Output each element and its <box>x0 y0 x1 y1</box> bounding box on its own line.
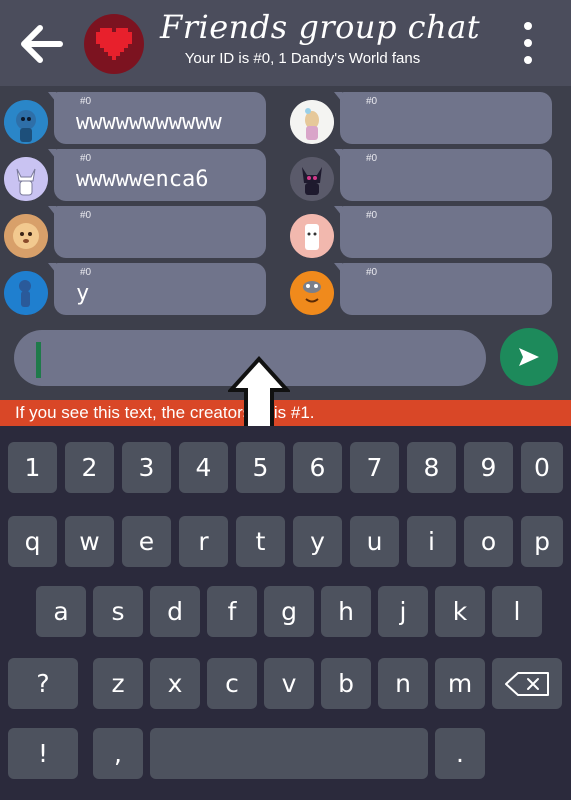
message-item: #0 <box>286 263 566 319</box>
sender-id: #0 <box>366 210 378 221</box>
key-l[interactable]: l <box>492 586 542 637</box>
key-g[interactable]: g <box>264 586 314 637</box>
key-9[interactable]: 9 <box>464 442 513 493</box>
key-x[interactable]: x <box>150 658 200 709</box>
key-t[interactable]: t <box>236 516 285 567</box>
message-bubble[interactable]: #0 wwwwwwwwwww <box>48 92 266 144</box>
message-text: wwwwwenca6 <box>76 167 209 192</box>
message-bubble[interactable]: #0 y <box>48 263 266 315</box>
key-m[interactable]: m <box>435 658 485 709</box>
key-7[interactable]: 7 <box>350 442 399 493</box>
key-r[interactable]: r <box>179 516 228 567</box>
user-avatar[interactable] <box>290 214 334 258</box>
more-options-icon[interactable] <box>518 22 538 64</box>
send-button[interactable] <box>500 328 558 386</box>
key-period[interactable]: . <box>435 728 485 779</box>
message-bubble[interactable]: #0 <box>334 206 552 258</box>
key-8[interactable]: 8 <box>407 442 456 493</box>
message-bubble[interactable]: #0 <box>334 92 552 144</box>
key-n[interactable]: n <box>378 658 428 709</box>
backspace-key[interactable] <box>492 658 562 709</box>
sender-id: #0 <box>80 210 92 221</box>
message-text: y <box>76 281 90 306</box>
key-2[interactable]: 2 <box>65 442 114 493</box>
chat-header: Friends group chat Your ID is #0, 1 Dand… <box>0 0 571 86</box>
back-arrow-icon[interactable] <box>20 24 64 64</box>
key-h[interactable]: h <box>321 586 371 637</box>
sender-id: #0 <box>366 267 378 278</box>
message-bubble[interactable]: #0 <box>334 263 552 315</box>
key-q[interactable]: q <box>8 516 57 567</box>
on-screen-keyboard: 1 2 3 4 5 6 7 8 9 0 q w e r t y u i o p … <box>0 426 571 800</box>
message-text: wwwwwwwwwww <box>76 110 222 135</box>
sender-id: #0 <box>80 267 92 278</box>
text-caret <box>36 342 41 378</box>
group-avatar <box>84 14 144 74</box>
key-z[interactable]: z <box>93 658 143 709</box>
user-avatar[interactable] <box>4 157 48 201</box>
key-v[interactable]: v <box>264 658 314 709</box>
pixel-heart-icon <box>96 28 132 60</box>
space-key[interactable] <box>150 728 428 779</box>
backspace-icon <box>505 671 549 696</box>
user-avatar[interactable] <box>290 100 334 144</box>
key-c[interactable]: c <box>207 658 257 709</box>
key-3[interactable]: 3 <box>122 442 171 493</box>
message-list: #0 wwwwwwwwwww #0 #0 wwwwwenca6 #0 #0 #0… <box>0 86 571 322</box>
key-exclamation[interactable]: ! <box>8 728 78 779</box>
key-d[interactable]: d <box>150 586 200 637</box>
key-y[interactable]: y <box>293 516 342 567</box>
sender-id: #0 <box>366 96 378 107</box>
key-5[interactable]: 5 <box>236 442 285 493</box>
key-a[interactable]: a <box>36 586 86 637</box>
key-o[interactable]: o <box>464 516 513 567</box>
message-item: #0 <box>286 149 566 205</box>
chat-title: Friends group chat <box>160 8 481 46</box>
key-w[interactable]: w <box>65 516 114 567</box>
sender-id: #0 <box>80 153 92 164</box>
sender-id: #0 <box>80 96 92 107</box>
sender-id: #0 <box>366 153 378 164</box>
user-avatar[interactable] <box>290 157 334 201</box>
message-item: #0 <box>286 206 566 262</box>
message-item: #0 <box>0 206 280 262</box>
key-u[interactable]: u <box>350 516 399 567</box>
key-1[interactable]: 1 <box>8 442 57 493</box>
key-k[interactable]: k <box>435 586 485 637</box>
key-f[interactable]: f <box>207 586 257 637</box>
message-item: #0 y <box>0 263 280 319</box>
message-bubble[interactable]: #0 wwwwwenca6 <box>48 149 266 201</box>
user-avatar[interactable] <box>4 271 48 315</box>
key-6[interactable]: 6 <box>293 442 342 493</box>
key-comma[interactable]: , <box>93 728 143 779</box>
key-question[interactable]: ? <box>8 658 78 709</box>
message-item: #0 <box>286 92 566 148</box>
key-e[interactable]: e <box>122 516 171 567</box>
message-bubble[interactable]: #0 <box>334 149 552 201</box>
user-avatar[interactable] <box>290 271 334 315</box>
message-bubble[interactable]: #0 <box>48 206 266 258</box>
key-4[interactable]: 4 <box>179 442 228 493</box>
user-avatar[interactable] <box>4 214 48 258</box>
chat-subtitle: Your ID is #0, 1 Dandy's World fans <box>184 50 421 67</box>
key-b[interactable]: b <box>321 658 371 709</box>
key-j[interactable]: j <box>378 586 428 637</box>
send-arrow-icon <box>519 348 539 366</box>
key-p[interactable]: p <box>521 516 563 567</box>
message-item: #0 wwwwwenca6 <box>0 149 280 205</box>
user-avatar[interactable] <box>4 100 48 144</box>
key-0[interactable]: 0 <box>521 442 563 493</box>
message-item: #0 wwwwwwwwwww <box>0 92 280 148</box>
key-s[interactable]: s <box>93 586 143 637</box>
key-i[interactable]: i <box>407 516 456 567</box>
